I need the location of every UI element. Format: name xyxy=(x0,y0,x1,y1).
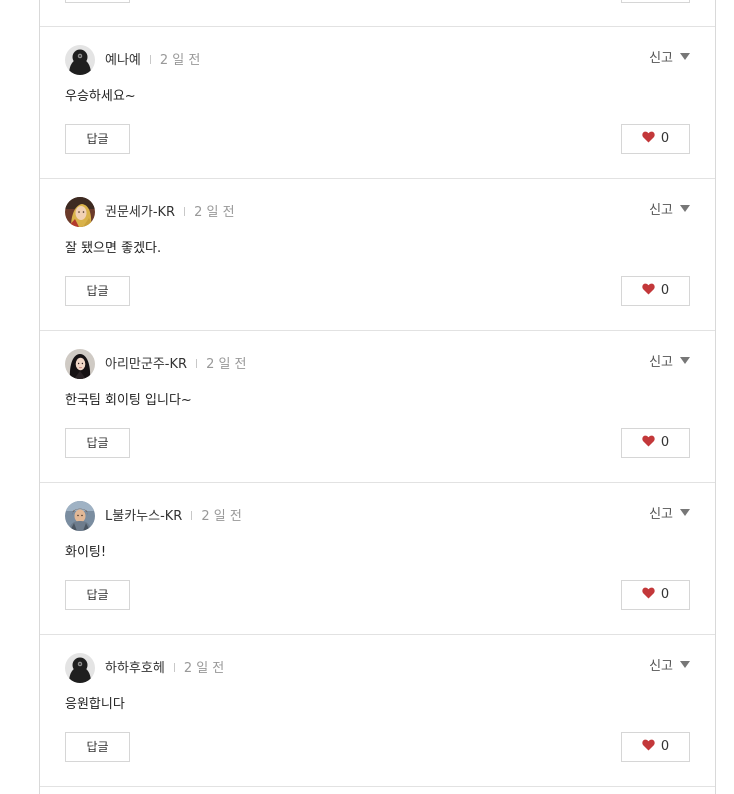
comment-text: 화이팅! xyxy=(65,545,107,560)
like-count: 0 xyxy=(660,435,670,450)
comment-time: 2 일 전 xyxy=(201,509,242,524)
reply-button[interactable]: 답글 xyxy=(65,580,130,610)
comment-text: 응원합니다 xyxy=(65,697,125,712)
caret-down-icon xyxy=(680,53,690,60)
caret-down-icon xyxy=(680,509,690,516)
like-count: 0 xyxy=(660,283,670,298)
like-count: 0 xyxy=(660,587,670,602)
comment-item: 권문세가-KR 2 일 전 신고 잘 됐으면 좋겠다. 답글 0 xyxy=(40,179,715,331)
divider xyxy=(149,55,151,64)
comment-time: 2 일 전 xyxy=(206,357,247,372)
comment-list: 예나예 2 일 전 신고 우승하세요~ 답글 0 권문세가-KR 2 일 전 신… xyxy=(39,0,716,794)
like-button[interactable]: 0 xyxy=(621,276,690,306)
previous-like-button[interactable] xyxy=(621,0,690,3)
report-dropdown[interactable]: 신고 xyxy=(649,659,690,675)
like-count: 0 xyxy=(660,739,670,754)
caret-down-icon xyxy=(680,661,690,668)
like-button[interactable]: 0 xyxy=(621,580,690,610)
report-label: 신고 xyxy=(649,659,673,674)
author-name[interactable]: 예나예 xyxy=(105,53,141,68)
caret-down-icon xyxy=(680,205,690,212)
heart-icon xyxy=(642,278,655,306)
divider xyxy=(173,663,175,672)
comment-time: 2 일 전 xyxy=(194,205,235,220)
divider xyxy=(196,359,198,368)
heart-icon xyxy=(642,582,655,610)
comment-meta: 하하후호헤 2 일 전 xyxy=(105,661,224,677)
comment-time: 2 일 전 xyxy=(183,661,225,676)
like-button[interactable]: 0 xyxy=(621,428,690,458)
like-button[interactable]: 0 xyxy=(621,732,690,762)
report-label: 신고 xyxy=(649,507,673,522)
comment-meta: 예나예 2 일 전 xyxy=(105,53,200,69)
previous-reply-button[interactable] xyxy=(65,0,130,3)
divider xyxy=(191,511,193,520)
comment-item: L불카누스-KR 2 일 전 신고 화이팅! 답글 0 xyxy=(40,483,715,635)
comment-item: 하하후호헤 2 일 전 신고 응원합니다 답글 0 xyxy=(40,635,715,787)
like-count: 0 xyxy=(660,131,670,146)
comment-meta: 아리만군주-KR 2 일 전 xyxy=(105,357,247,373)
comment-time: 2 일 전 xyxy=(159,53,201,68)
character-portrait-armored-avatar xyxy=(65,501,95,531)
comment-text: 한국팀 회이팅 입니다~ xyxy=(65,393,192,408)
comment-text: 우승하세요~ xyxy=(65,89,136,104)
comment-meta: 권문세가-KR 2 일 전 xyxy=(105,205,235,221)
report-label: 신고 xyxy=(649,355,673,370)
heart-icon xyxy=(642,430,655,458)
default-silhouette-avatar xyxy=(65,45,95,75)
heart-icon xyxy=(642,126,655,154)
author-name[interactable]: L불카누스-KR xyxy=(105,509,182,524)
comment-text: 잘 됐으면 좋겠다. xyxy=(65,241,162,256)
author-name[interactable]: 하하후호헤 xyxy=(105,661,165,676)
reply-button[interactable]: 답글 xyxy=(65,732,130,762)
reply-button[interactable]: 답글 xyxy=(65,428,130,458)
reply-button[interactable]: 답글 xyxy=(65,124,130,154)
report-dropdown[interactable]: 신고 xyxy=(649,51,690,67)
like-button[interactable]: 0 xyxy=(621,124,690,154)
heart-icon xyxy=(642,734,655,762)
default-silhouette-avatar xyxy=(65,653,95,683)
report-dropdown[interactable]: 신고 xyxy=(649,203,690,219)
caret-down-icon xyxy=(680,357,690,364)
comment-item: 아리만군주-KR 2 일 전 신고 한국팀 회이팅 입니다~ 답글 0 xyxy=(40,331,715,483)
author-name[interactable]: 권문세가-KR xyxy=(105,205,175,220)
report-dropdown[interactable]: 신고 xyxy=(649,507,690,523)
report-dropdown[interactable]: 신고 xyxy=(649,355,690,371)
character-portrait-darkhair-avatar xyxy=(65,349,95,379)
reply-button[interactable]: 답글 xyxy=(65,276,130,306)
comment-item: 예나예 2 일 전 신고 우승하세요~ 답글 0 xyxy=(40,27,715,179)
author-name[interactable]: 아리만군주-KR xyxy=(105,357,187,372)
divider xyxy=(184,207,186,216)
previous-comment-fragment xyxy=(40,0,715,27)
report-label: 신고 xyxy=(649,51,673,66)
comment-meta: L불카누스-KR 2 일 전 xyxy=(105,509,242,525)
report-label: 신고 xyxy=(649,203,673,218)
character-portrait-blonde-avatar xyxy=(65,197,95,227)
